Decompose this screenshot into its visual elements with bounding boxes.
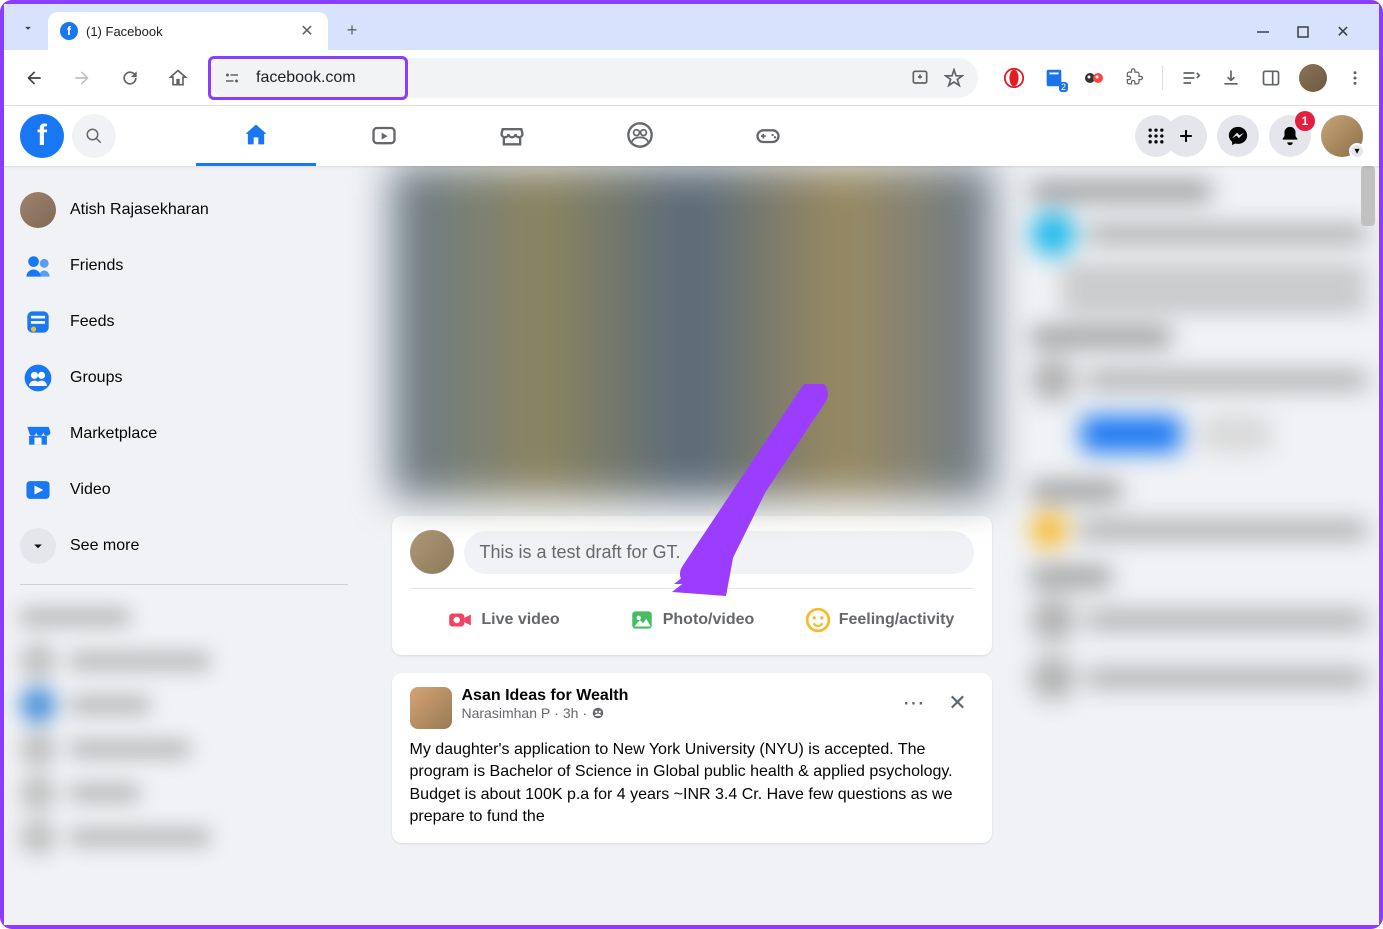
composer-input[interactable]: This is a test draft for GT. (464, 531, 974, 574)
home-button[interactable] (160, 60, 196, 96)
stories-row-blurred (392, 166, 992, 498)
minimize-icon[interactable] (1255, 24, 1271, 40)
sidebar-item-label: Groups (70, 369, 122, 387)
facebook-favicon: f (60, 22, 78, 40)
account-button[interactable]: ▾ (1321, 115, 1363, 157)
maximize-icon[interactable] (1295, 24, 1311, 40)
feeling-activity-button[interactable]: Feeling/activity (786, 599, 974, 641)
nav-tab-watch[interactable] (324, 106, 444, 166)
tab-search-dropdown[interactable] (12, 12, 44, 44)
sidebar-item-groups[interactable]: Groups (12, 350, 356, 406)
bookmark-star-icon[interactable] (944, 68, 964, 88)
facebook-body: Atish Rajasekharan Friends Feeds Groups … (4, 166, 1379, 925)
nav-tab-home[interactable] (196, 106, 316, 166)
nav-tab-marketplace[interactable] (452, 106, 572, 166)
main-feed: This is a test draft for GT. Live video … (392, 166, 992, 925)
extension-icon-3[interactable] (1082, 66, 1106, 90)
action-label: Feeling/activity (839, 611, 955, 629)
facebook-header-right: 1 ▾ (1135, 115, 1363, 157)
avatar (20, 192, 56, 228)
video-icon (20, 472, 56, 508)
sidebar-item-label: See more (70, 537, 139, 555)
back-button[interactable] (16, 60, 52, 96)
nav-tab-gaming[interactable] (708, 106, 828, 166)
sidebar-item-marketplace[interactable]: Marketplace (12, 406, 356, 462)
new-tab-button[interactable]: + (336, 14, 368, 46)
post-time[interactable]: 3h (563, 705, 579, 721)
sidebar-item-label: Atish Rajasekharan (70, 201, 209, 219)
chevron-down-icon: ▾ (1349, 143, 1365, 159)
composer-placeholder: This is a test draft for GT. (480, 542, 681, 562)
sidebar-item-label: Marketplace (70, 425, 157, 443)
sidebar-item-friends[interactable]: Friends (12, 238, 356, 294)
address-bar[interactable]: facebook.com (208, 58, 978, 98)
extensions-menu-icon[interactable] (1122, 66, 1146, 90)
facebook-nav-tabs (196, 106, 828, 166)
nav-tab-groups[interactable] (580, 106, 700, 166)
notifications-button[interactable]: 1 (1269, 115, 1311, 157)
tab-title: (1) Facebook (86, 24, 290, 39)
facebook-logo[interactable]: f (20, 114, 64, 158)
photo-video-button[interactable]: Photo/video (598, 599, 786, 641)
post-avatar[interactable] (410, 687, 452, 729)
sidebar-item-label: Feeds (70, 313, 114, 331)
notification-badge: 1 (1295, 111, 1315, 131)
browser-tab-strip: f (1) Facebook ✕ + ✕ (4, 4, 1379, 50)
friends-icon (20, 248, 56, 284)
left-sidebar: Atish Rajasekharan Friends Feeds Groups … (4, 166, 364, 925)
post-body: My daughter's application to New York Un… (410, 739, 974, 829)
post-page-name[interactable]: Asan Ideas for Wealth (462, 687, 888, 705)
sidebar-item-profile[interactable]: Atish Rajasekharan (12, 182, 356, 238)
scrollbar[interactable] (1361, 166, 1375, 226)
post-more-icon[interactable]: ⋯ (898, 687, 930, 719)
browser-toolbar: facebook.com 2 (4, 50, 1379, 106)
sidebar-item-label: Video (70, 481, 111, 499)
downloads-icon[interactable] (1219, 66, 1243, 90)
sidebar-item-video[interactable]: Video (12, 462, 356, 518)
avatar[interactable] (410, 530, 454, 574)
window-close-icon[interactable]: ✕ (1335, 24, 1351, 40)
action-label: Live video (481, 611, 559, 629)
reload-button[interactable] (112, 60, 148, 96)
chevron-down-icon (20, 528, 56, 564)
post-byline: Narasimhan P · 3h · (462, 705, 888, 721)
opera-extension-icon[interactable] (1002, 66, 1026, 90)
reading-list-icon[interactable] (1179, 66, 1203, 90)
facebook-header: f 1 ▾ (4, 106, 1379, 166)
facebook-search-button[interactable] (72, 114, 116, 158)
window-controls: ✕ (1255, 24, 1371, 40)
site-settings-icon[interactable] (222, 68, 242, 88)
install-app-icon[interactable] (910, 68, 930, 88)
divider (20, 584, 348, 585)
extension-badge: 2 (1059, 82, 1068, 92)
sidebar-item-see-more[interactable]: See more (12, 518, 356, 574)
post-author[interactable]: Narasimhan P (462, 705, 551, 721)
browser-menu-icon[interactable] (1343, 66, 1367, 90)
sidebar-item-feeds[interactable]: Feeds (12, 294, 356, 350)
forward-button[interactable] (64, 60, 100, 96)
side-panel-icon[interactable] (1259, 66, 1283, 90)
post-composer: This is a test draft for GT. Live video … (392, 516, 992, 655)
privacy-icon (591, 706, 605, 720)
messenger-button[interactable] (1217, 115, 1259, 157)
url-text: facebook.com (256, 69, 356, 87)
action-label: Photo/video (663, 611, 755, 629)
feed-post: Asan Ideas for Wealth Narasimhan P · 3h … (392, 673, 992, 843)
feeds-icon (20, 304, 56, 340)
live-video-button[interactable]: Live video (410, 599, 598, 641)
browser-tab-active[interactable]: f (1) Facebook ✕ (48, 12, 328, 50)
extension-icon-2[interactable]: 2 (1042, 66, 1066, 90)
right-column-blurred (1019, 166, 1379, 925)
marketplace-icon (20, 416, 56, 452)
sidebar-shortcuts-blurred (12, 595, 356, 859)
extension-icons: 2 (1002, 64, 1367, 92)
browser-profile-avatar[interactable] (1299, 64, 1327, 92)
post-close-icon[interactable]: ✕ (942, 687, 974, 719)
close-tab-icon[interactable]: ✕ (298, 22, 316, 40)
groups-icon (20, 360, 56, 396)
create-button[interactable] (1165, 115, 1207, 157)
sidebar-item-label: Friends (70, 257, 123, 275)
